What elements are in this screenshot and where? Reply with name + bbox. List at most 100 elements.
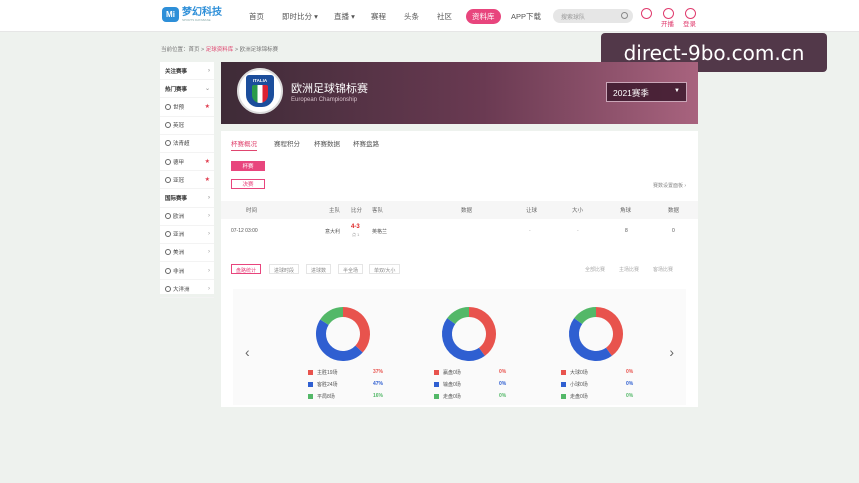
legend-swatch [434,370,439,376]
open-broadcast-link[interactable]: 开播 [661,18,674,28]
sidebar-item[interactable]: 亚洲 › [160,226,214,244]
chevron-icon[interactable]: › [208,68,210,74]
legend-label: 小球0场 [570,382,588,388]
login-link[interactable]: 登录 [683,18,696,28]
sidebar-item[interactable]: 法青超 [160,135,214,153]
donut-slice [468,307,496,356]
team-crest: ITALIA [237,68,283,114]
sidebar-item[interactable]: 世预 ★ [160,98,214,117]
league-sidebar: 关注赛事 › 热门赛事 ⌄ 世预 ★ 英冠 法青超 德甲 ★ 亚冠 ★ 国际赛事 › 欧洲 › 亚洲 › 美洲 › 非洲… [160,62,214,299]
legend-swatch [561,394,566,400]
btn-goal-periods[interactable]: 进球时段 [269,264,300,274]
donut-slice [442,318,485,361]
tab-cup-overview[interactable]: 杯赛概况 [231,138,257,151]
match-table-header: 时间 主队 比分 客队 数据 让球 大小 角球 数据 [221,201,698,219]
chevron-icon[interactable]: › [208,213,210,219]
chevron-icon[interactable]: › [208,249,210,255]
legend-item: 平局8场 [308,393,335,400]
breadcrumb-suffix: > 欧洲足球锦标赛 [233,47,279,53]
search-icon[interactable] [621,12,628,19]
col-data: 数据 [461,208,473,214]
sidebar-item[interactable]: 热门赛事 ⌄ [160,80,214,99]
legend-percent: 0% [499,381,507,387]
nav-database[interactable]: 资料库 [466,9,501,24]
chevron-icon[interactable]: › [208,286,210,292]
sidebar-item[interactable]: 大洋洲 › [160,280,214,299]
legend-percent: 0% [626,369,634,375]
nav-headlines[interactable]: 头条 [404,11,419,22]
chevron-icon[interactable]: ⌄ [205,85,210,92]
settings-link[interactable]: 赛数设置面板 › [653,182,686,189]
donut-slice [574,307,597,325]
tab-schedule-points[interactable]: 赛程积分 [274,138,300,148]
sidebar-item[interactable]: 英冠 [160,117,214,135]
sidebar-item-label: 国际赛事 [165,195,188,202]
col-score: 比分 [351,208,363,214]
league-icon [165,158,171,165]
star-icon[interactable]: ★ [205,103,210,110]
site-logo[interactable]: Mi 梦幻科技 SPORTS DATABASE [162,7,222,22]
nav-home[interactable]: 首页 [249,11,264,22]
stage-pill-cup[interactable]: 杯赛 [231,161,265,171]
star-icon[interactable]: ★ [205,176,210,183]
btn-handicap-stats[interactable]: 盘路统计 [231,264,262,274]
tab-cup-data[interactable]: 杯赛数据 [314,138,340,148]
season-select[interactable]: 2021赛季 ▼ [606,82,687,102]
sidebar-item-label: 德甲 [173,159,185,166]
total-value: - [577,228,579,234]
sidebar-item[interactable]: 国际赛事 › [160,189,214,208]
penalty-score: 点 1 [352,232,360,237]
competition-subtitle: European Championship [291,97,358,103]
nav-live-score[interactable]: 即时比分 ▾ [282,11,318,22]
link-home-matches[interactable]: 主场比赛 [619,266,639,273]
stage-pill-final[interactable]: 决赛 [231,179,265,189]
away-team[interactable]: 英格兰 [372,228,387,235]
sidebar-item[interactable]: 关注赛事 › [160,62,214,81]
nav-community[interactable]: 社区 [437,11,452,22]
star-icon[interactable]: ★ [205,158,210,165]
link-away-matches[interactable]: 客场比赛 [653,266,673,273]
league-icon [165,103,171,110]
league-icon [165,140,171,147]
breadcrumb-current-section[interactable]: 足球资料库 [206,47,234,53]
sidebar-item-label: 关注赛事 [165,68,188,75]
donut-slice [320,307,344,326]
sidebar-item[interactable]: 亚冠 ★ [160,171,214,190]
legend-percent: 0% [626,393,634,399]
col-time: 时间 [246,208,258,214]
match-score[interactable]: 4-3 [351,224,360,230]
legend-label: 走盘0场 [443,394,461,400]
btn-odd-even[interactable]: 单双/大小 [369,264,401,274]
btn-half-full[interactable]: 半全场 [338,264,364,274]
donut-slice [316,319,363,361]
col-handicap: 让球 [526,208,538,214]
home-team[interactable]: 意大利 [325,228,340,235]
nav-schedule[interactable]: 赛程 [371,11,386,22]
sidebar-item-label: 大洋洲 [173,286,190,293]
sidebar-item[interactable]: 德甲 ★ [160,153,214,172]
link-all-matches[interactable]: 全部比赛 [585,266,605,273]
sidebar-item[interactable]: 欧洲 › [160,208,214,226]
logo-subtext: SPORTS DATABASE [182,17,211,22]
chevron-icon[interactable]: › [208,195,210,201]
nav-live-stream[interactable]: 直播 ▾ [334,11,355,22]
legend-label: 客胜24场 [317,382,338,388]
league-icon [165,249,171,256]
logo-text: 梦幻科技 [182,6,222,18]
sidebar-item[interactable]: 美洲 › [160,244,214,263]
chevron-icon[interactable]: › [208,231,210,237]
btn-goal-count[interactable]: 进球数 [306,264,332,274]
donut-slice [447,307,470,325]
sidebar-item[interactable]: 非洲 › [160,262,214,281]
breadcrumb-prefix[interactable]: 当前位置：首页 > [161,47,206,53]
legend-item: 走盘0场 [434,393,461,400]
main-panel: 杯赛概况 赛程积分 杯赛数据 杯赛盘路 杯赛 决赛 赛数设置面板 › 时间 主队… [221,131,698,407]
crest-text: ITALIA [252,78,268,83]
chevron-icon[interactable]: › [208,268,210,274]
col-corner: 角球 [620,208,632,214]
tab-cup-handicap[interactable]: 杯赛盘路 [353,138,379,148]
profile-icon[interactable] [641,8,652,19]
nav-app-download[interactable]: APP下载 [511,11,541,22]
search-input[interactable]: 搜索球队 [553,9,633,23]
league-icon [165,176,171,183]
